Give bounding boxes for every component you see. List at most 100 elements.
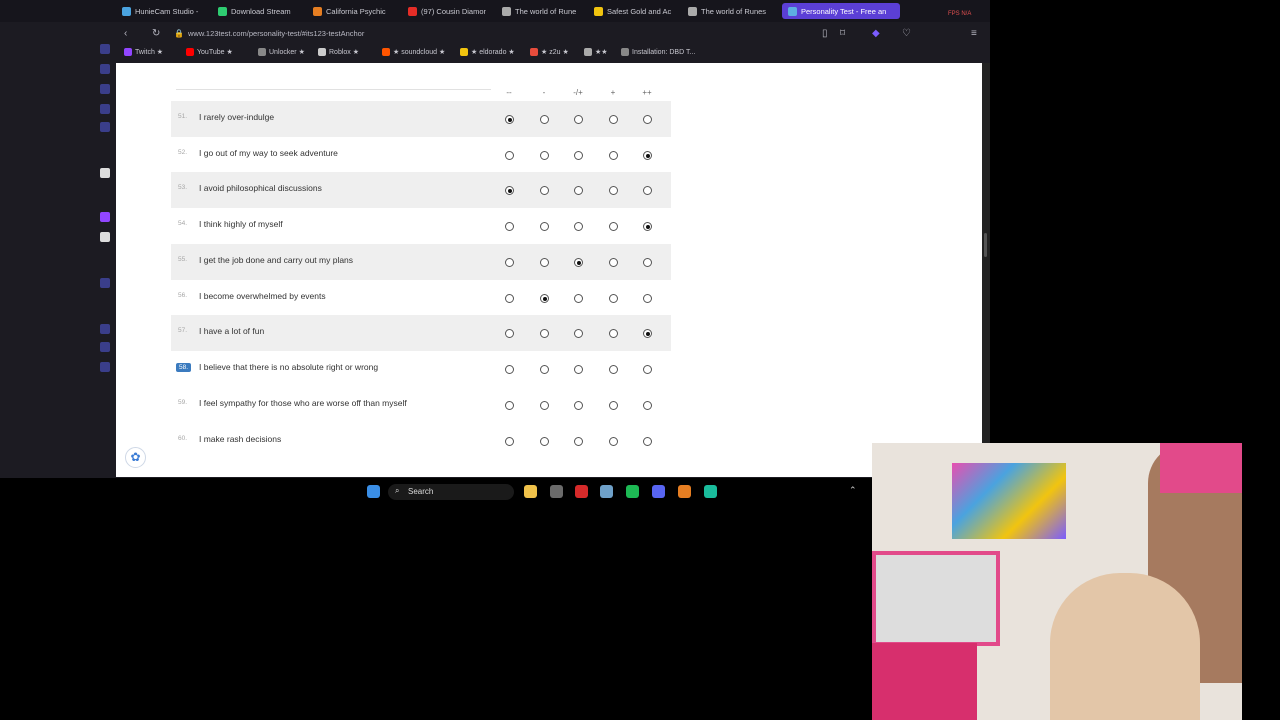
answer-radio[interactable] — [574, 437, 583, 446]
answer-radio[interactable] — [643, 258, 652, 267]
answer-radio[interactable] — [609, 437, 618, 446]
answer-radio[interactable] — [505, 115, 514, 124]
taskbar-search-label[interactable]: Search — [408, 487, 433, 496]
answer-radio[interactable] — [643, 294, 652, 303]
answer-radio[interactable] — [609, 329, 618, 338]
answer-radio[interactable] — [609, 294, 618, 303]
cookie-settings-icon[interactable]: ✿ — [125, 447, 146, 468]
sidebar-x-icon[interactable] — [100, 232, 110, 242]
reload-icon[interactable]: ↻ — [152, 28, 160, 39]
bookmark-item[interactable]: ★ eldorado ★ — [460, 48, 515, 56]
bookmark-item[interactable]: Installation: DBD T... — [621, 48, 695, 56]
address-bar[interactable]: ‹ ↻ 🔒 www.123test.com/personality-test/#… — [116, 24, 990, 44]
answer-radio[interactable] — [505, 222, 514, 231]
answer-radio[interactable] — [643, 186, 652, 195]
file-explorer-icon[interactable] — [524, 485, 537, 498]
heart-icon[interactable]: ♡ — [902, 28, 911, 39]
answer-radio[interactable] — [540, 401, 549, 410]
answer-radio[interactable] — [574, 115, 583, 124]
bookmark-item[interactable]: ★★ — [584, 48, 608, 56]
url-text[interactable]: www.123test.com/personality-test/#its123… — [188, 29, 364, 38]
answer-radio[interactable] — [505, 329, 514, 338]
browser-tab[interactable]: The world of Rune — [502, 3, 580, 19]
browser-tab[interactable]: HunieCam Studio - — [122, 3, 206, 19]
answer-radio[interactable] — [574, 258, 583, 267]
answer-radio[interactable] — [505, 401, 514, 410]
answer-radio[interactable] — [540, 437, 549, 446]
answer-radio[interactable] — [540, 329, 549, 338]
answer-radio[interactable] — [643, 437, 652, 446]
answer-radio[interactable] — [643, 329, 652, 338]
spotify-icon[interactable] — [626, 485, 639, 498]
sidebar-twitch-icon[interactable] — [100, 212, 110, 222]
answer-radio[interactable] — [609, 258, 618, 267]
answer-radio[interactable] — [540, 258, 549, 267]
answer-radio[interactable] — [540, 186, 549, 195]
answer-radio[interactable] — [505, 437, 514, 446]
answer-radio[interactable] — [540, 365, 549, 374]
answer-radio[interactable] — [505, 365, 514, 374]
shield-icon[interactable]: ◆ — [872, 28, 880, 39]
sidebar-player-icon[interactable] — [100, 278, 110, 288]
bookmark-item[interactable]: Roblox ★ — [318, 48, 359, 56]
bookmark-item[interactable]: ★ soundcloud ★ — [382, 48, 445, 56]
answer-radio[interactable] — [643, 222, 652, 231]
answer-radio[interactable] — [574, 186, 583, 195]
answer-radio[interactable] — [643, 401, 652, 410]
browser-tab[interactable]: (97) Cousin Diamon — [408, 3, 486, 19]
answer-radio[interactable] — [609, 365, 618, 374]
answer-radio[interactable] — [609, 151, 618, 160]
answer-radio[interactable] — [505, 186, 514, 195]
answer-radio[interactable] — [643, 151, 652, 160]
answer-radio[interactable] — [574, 222, 583, 231]
sidebar-settings-icon[interactable] — [100, 362, 110, 372]
sidebar-icon-4[interactable] — [100, 104, 110, 114]
answer-radio[interactable] — [540, 294, 549, 303]
app2-icon[interactable] — [704, 485, 717, 498]
sidebar-icon-1[interactable] — [100, 44, 110, 54]
browser-tab[interactable]: Personality Test - Free an — [782, 3, 900, 19]
sidebar-toggle-icon[interactable]: ▯ — [822, 28, 828, 39]
discord-icon[interactable] — [652, 485, 665, 498]
menu-icon[interactable]: ≡ — [971, 28, 977, 39]
answer-radio[interactable] — [574, 365, 583, 374]
bookmark-item[interactable]: Unlocker ★ — [258, 48, 305, 56]
scrollbar-thumb[interactable] — [984, 233, 987, 257]
answer-radio[interactable] — [574, 151, 583, 160]
browser-tab[interactable]: Safest Gold and Ac — [594, 3, 676, 19]
answer-radio[interactable] — [574, 294, 583, 303]
browser-tab[interactable]: California Psychic — [313, 3, 395, 19]
taskbar-search-box[interactable] — [388, 484, 514, 500]
page-scrollbar[interactable] — [982, 63, 990, 477]
answer-radio[interactable] — [540, 151, 549, 160]
answer-radio[interactable] — [574, 329, 583, 338]
windows-start-icon[interactable] — [367, 485, 380, 498]
answer-radio[interactable] — [540, 115, 549, 124]
back-icon[interactable]: ‹ — [124, 28, 127, 39]
sidebar-history-icon[interactable] — [100, 324, 110, 334]
answer-radio[interactable] — [574, 401, 583, 410]
answer-radio[interactable] — [505, 258, 514, 267]
answer-radio[interactable] — [540, 222, 549, 231]
answer-radio[interactable] — [609, 186, 618, 195]
sidebar-icon-5[interactable] — [100, 122, 110, 132]
steam-icon[interactable] — [600, 485, 613, 498]
answer-radio[interactable] — [505, 294, 514, 303]
sidebar-icon-2[interactable] — [100, 64, 110, 74]
bookmark-icon[interactable]: ⌑ — [840, 28, 845, 39]
bookmark-item[interactable]: ★ z2u ★ — [530, 48, 569, 56]
sidebar-aria-icon[interactable] — [100, 168, 110, 178]
app-icon[interactable] — [678, 485, 691, 498]
answer-radio[interactable] — [505, 151, 514, 160]
answer-radio[interactable] — [609, 115, 618, 124]
sidebar-icon-3[interactable] — [100, 84, 110, 94]
bookmark-item[interactable]: YouTube ★ — [186, 48, 233, 56]
answer-radio[interactable] — [609, 222, 618, 231]
answer-radio[interactable] — [643, 115, 652, 124]
answer-radio[interactable] — [609, 401, 618, 410]
answer-radio[interactable] — [643, 365, 652, 374]
bookmark-item[interactable]: Twitch ★ — [124, 48, 163, 56]
sidebar-extensions-icon[interactable] — [100, 342, 110, 352]
browser-tab[interactable]: Download Stream — [218, 3, 300, 19]
mail-icon[interactable] — [550, 485, 563, 498]
